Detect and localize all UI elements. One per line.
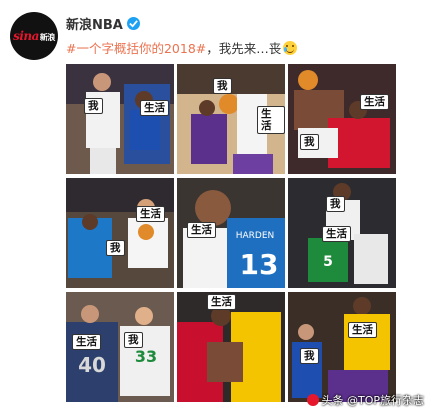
watermark: 头条 @TOP旅行杂志	[307, 392, 424, 408]
tile-label: 我	[124, 332, 143, 348]
hashtag-link[interactable]: #一个字概括你的2018#	[66, 41, 206, 56]
tile-label: 生活	[257, 106, 285, 134]
tile-label: 生活	[187, 222, 216, 238]
sina-logo: sina新浪	[13, 29, 55, 43]
username-row: 新浪NBA	[66, 14, 140, 33]
tile-label: 生活	[360, 94, 389, 110]
tile-label: 我	[106, 240, 125, 256]
tile-label: 生活	[348, 322, 377, 338]
photo-tile-4[interactable]: 生活 我	[66, 178, 174, 288]
tile-label: 生活	[140, 100, 169, 116]
tile-label: 我	[326, 196, 345, 212]
svg-text:40: 40	[78, 353, 106, 377]
photo-4-illustration	[66, 178, 174, 288]
username[interactable]: 新浪NBA	[66, 14, 123, 33]
post-text: #一个字概括你的2018#，我先来…丧	[66, 38, 298, 57]
photo-grid: 我 生活 我 生活 生活 我 生活 我 13 HARDEN 生活 5 我 生活 …	[66, 64, 396, 408]
crying-laughing-emoji-icon	[283, 41, 298, 55]
svg-text:33: 33	[135, 347, 157, 366]
photo-tile-8[interactable]: 生活	[177, 292, 285, 402]
photo-tile-9[interactable]: 生活 我	[288, 292, 396, 402]
post-body: ，我先来…丧	[206, 41, 282, 56]
tile-label: 生活	[72, 334, 101, 350]
verified-icon	[126, 17, 140, 30]
tile-label: 我	[84, 98, 103, 114]
tile-label: 生活	[207, 294, 236, 310]
photo-tile-1[interactable]: 我 生活	[66, 64, 174, 174]
svg-text:13: 13	[240, 248, 279, 281]
photo-9-illustration	[288, 292, 396, 402]
photo-3-illustration	[288, 64, 396, 174]
photo-tile-2[interactable]: 我 生活	[177, 64, 285, 174]
avatar[interactable]: sina新浪	[10, 12, 58, 60]
photo-tile-5[interactable]: 13 HARDEN 生活	[177, 178, 285, 288]
tile-label: 我	[300, 348, 319, 364]
svg-text:5: 5	[323, 254, 333, 270]
toutiao-icon	[307, 394, 320, 406]
svg-text:HARDEN: HARDEN	[236, 231, 275, 241]
photo-tile-3[interactable]: 生活 我	[288, 64, 396, 174]
tile-label: 我	[300, 134, 319, 150]
photo-tile-7[interactable]: 40 33 生活 我	[66, 292, 174, 402]
photo-tile-6[interactable]: 5 我 生活	[288, 178, 396, 288]
tile-label: 生活	[136, 206, 165, 222]
photo-1-illustration	[66, 64, 174, 174]
tile-label: 生活	[322, 226, 351, 242]
watermark-text: 头条 @TOP旅行杂志	[321, 394, 424, 407]
tile-label: 我	[213, 78, 232, 94]
